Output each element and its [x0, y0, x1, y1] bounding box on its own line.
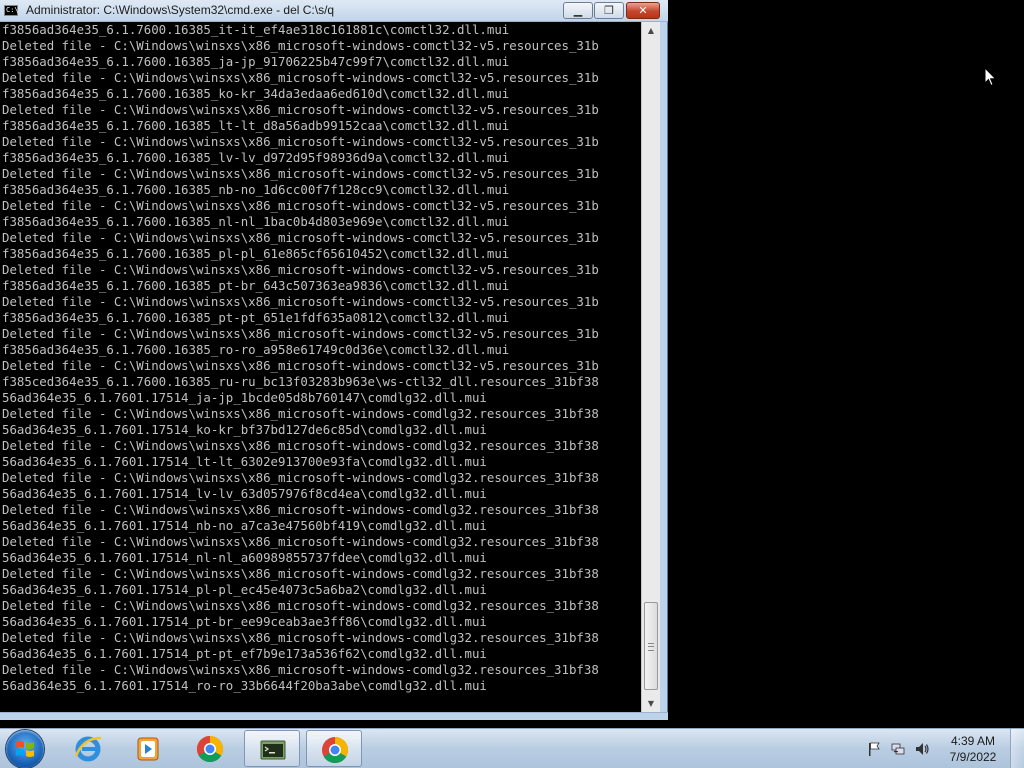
console-line: Deleted file - C:\Windows\winsxs\x86_mic…	[2, 534, 599, 549]
minimize-button[interactable]: ▁	[563, 2, 593, 19]
volume-icon[interactable]	[914, 741, 930, 757]
taskbar-internet-explorer[interactable]	[60, 730, 116, 767]
console-line: Deleted file - C:\Windows\winsxs\x86_mic…	[2, 230, 599, 245]
clock-date[interactable]: 7/9/2022	[944, 750, 1002, 764]
console-line: f3856ad364e35_6.1.7600.16385_pt-pt_651e1…	[2, 310, 510, 325]
console-line: Deleted file - C:\Windows\winsxs\x86_mic…	[2, 502, 599, 517]
chrome-icon	[322, 736, 349, 764]
scroll-down-arrow-icon[interactable]: ▼	[642, 695, 660, 712]
title-bar[interactable]: C:\ Administrator: C:\Windows\System32\c…	[0, 0, 668, 22]
console-line: f3856ad364e35_6.1.7600.16385_it-it_ef4ae…	[2, 22, 510, 37]
window-bottom-border	[0, 712, 668, 720]
cmd-window-icon[interactable]: C:\	[4, 5, 19, 16]
console-line: 56ad364e35_6.1.7601.17514_ro-ro_33b6644f…	[2, 678, 487, 693]
console-line: Deleted file - C:\Windows\winsxs\x86_mic…	[2, 166, 599, 181]
window-title: Administrator: C:\Windows\System32\cmd.e…	[26, 3, 335, 17]
windows-logo-icon	[16, 741, 34, 757]
scroll-grip-icon	[648, 643, 654, 651]
console-line: Deleted file - C:\Windows\winsxs\x86_mic…	[2, 134, 599, 149]
taskbar-chrome-active[interactable]	[306, 730, 362, 767]
console-line: Deleted file - C:\Windows\winsxs\x86_mic…	[2, 406, 599, 421]
console-line: f3856ad364e35_6.1.7600.16385_pl-pl_61e86…	[2, 246, 510, 261]
console-line: f3856ad364e35_6.1.7600.16385_lt-lt_d8a56…	[2, 118, 510, 133]
scroll-up-arrow-icon[interactable]: ▲	[642, 22, 660, 39]
console-line: f3856ad364e35_6.1.7600.16385_pt-br_643c5…	[2, 278, 510, 293]
console-line: Deleted file - C:\Windows\winsxs\x86_mic…	[2, 630, 599, 645]
console-line: 56ad364e35_6.1.7601.17514_pl-pl_ec45e407…	[2, 582, 487, 597]
console-line: Deleted file - C:\Windows\winsxs\x86_mic…	[2, 294, 599, 309]
console-line: f3856ad364e35_6.1.7600.16385_lv-lv_d972d…	[2, 150, 510, 165]
console-line: Deleted file - C:\Windows\winsxs\x86_mic…	[2, 262, 599, 277]
ie-icon	[74, 736, 102, 762]
console-line: Deleted file - C:\Windows\winsxs\x86_mic…	[2, 470, 599, 485]
scrollbar-thumb[interactable]	[644, 602, 658, 690]
console-line: f385ced364e35_6.1.7600.16385_ru-ru_bc13f…	[2, 374, 599, 389]
chrome-icon	[196, 735, 224, 763]
console-line: Deleted file - C:\Windows\winsxs\x86_mic…	[2, 70, 599, 85]
maximize-button[interactable]: ❐	[594, 2, 624, 19]
media-player-icon	[137, 737, 159, 761]
console-line: 56ad364e35_6.1.7601.17514_nl-nl_a6098985…	[2, 550, 487, 565]
console-line: 56ad364e35_6.1.7601.17514_nb-no_a7ca3e47…	[2, 518, 487, 533]
console-line: Deleted file - C:\Windows\winsxs\x86_mic…	[2, 438, 599, 453]
console-line: Deleted file - C:\Windows\winsxs\x86_mic…	[2, 102, 599, 117]
console-line: Deleted file - C:\Windows\winsxs\x86_mic…	[2, 662, 599, 677]
taskbar: 4:39 AM 7/9/2022	[0, 728, 1024, 768]
clock-time[interactable]: 4:39 AM	[944, 734, 1002, 748]
action-center-flag-icon[interactable]	[866, 741, 882, 757]
console-line: f3856ad364e35_6.1.7600.16385_nl-nl_1bac0…	[2, 214, 510, 229]
start-button[interactable]	[6, 730, 44, 768]
console-line: 56ad364e35_6.1.7601.17514_pt-br_ee99ceab…	[2, 614, 487, 629]
console-line: 56ad364e35_6.1.7601.17514_ja-jp_1bcde05d…	[2, 390, 487, 405]
console-line: f3856ad364e35_6.1.7600.16385_ja-jp_91706…	[2, 54, 510, 69]
console-line: 56ad364e35_6.1.7601.17514_lv-lv_63d05797…	[2, 486, 487, 501]
console-line: Deleted file - C:\Windows\winsxs\x86_mic…	[2, 38, 599, 53]
close-button[interactable]: ✕	[626, 2, 660, 19]
console-line: Deleted file - C:\Windows\winsxs\x86_mic…	[2, 358, 599, 373]
vertical-scrollbar[interactable]: ▲ ▼	[641, 22, 660, 712]
console-output[interactable]: f3856ad364e35_6.1.7600.16385_it-it_ef4ae…	[0, 22, 641, 712]
console-line: Deleted file - C:\Windows\winsxs\x86_mic…	[2, 598, 599, 613]
cmd-icon	[260, 740, 286, 760]
console-line: 56ad364e35_6.1.7601.17514_pt-pt_ef7b9e17…	[2, 646, 487, 661]
console-line: f3856ad364e35_6.1.7600.16385_nb-no_1d6cc…	[2, 182, 510, 197]
console-line: 56ad364e35_6.1.7601.17514_lt-lt_6302e913…	[2, 454, 487, 469]
console-line: f3856ad364e35_6.1.7600.16385_ko-kr_34da3…	[2, 86, 510, 101]
cmd-window[interactable]: C:\ Administrator: C:\Windows\System32\c…	[0, 0, 668, 720]
console-line: f3856ad364e35_6.1.7600.16385_ro-ro_a958e…	[2, 342, 510, 357]
taskbar-cmd[interactable]	[244, 730, 300, 767]
console-line: 56ad364e35_6.1.7601.17514_ko-kr_bf37bd12…	[2, 422, 487, 437]
network-icon[interactable]	[890, 741, 906, 757]
taskbar-chrome[interactable]	[182, 730, 238, 767]
mouse-pointer-icon	[984, 67, 997, 87]
console-line: Deleted file - C:\Windows\winsxs\x86_mic…	[2, 198, 599, 213]
console-line: Deleted file - C:\Windows\winsxs\x86_mic…	[2, 566, 599, 581]
show-desktop-button[interactable]	[1010, 729, 1024, 768]
console-line: Deleted file - C:\Windows\winsxs\x86_mic…	[2, 326, 599, 341]
taskbar-media-player[interactable]	[120, 730, 176, 767]
